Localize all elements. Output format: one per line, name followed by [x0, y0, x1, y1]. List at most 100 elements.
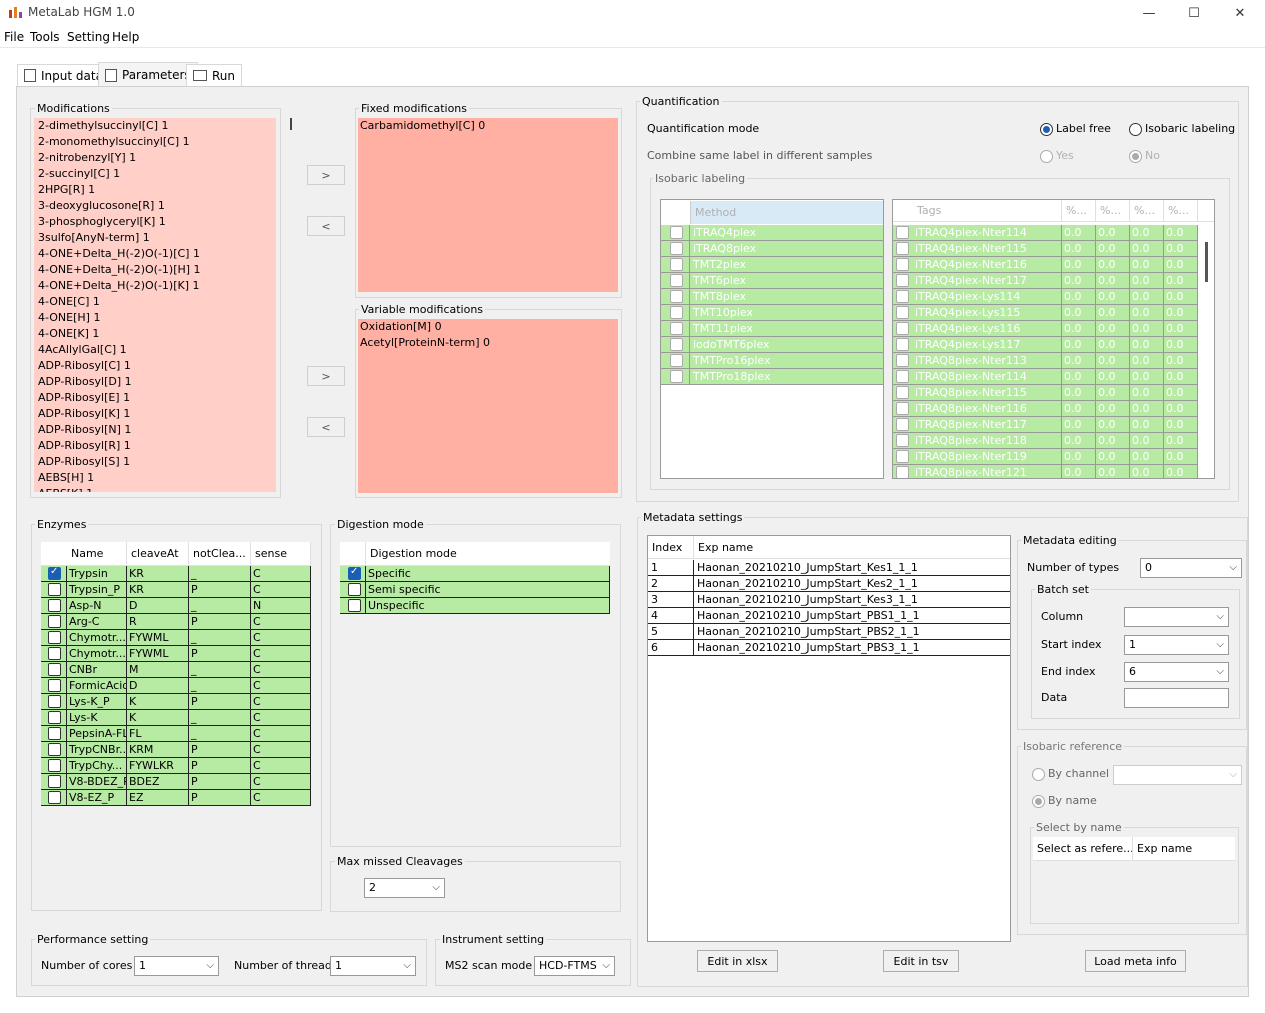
- table-row[interactable]: Semi specific: [340, 582, 610, 598]
- enzyme-checkbox[interactable]: [48, 615, 61, 628]
- enzyme-checkbox[interactable]: [48, 663, 61, 676]
- method-checkbox[interactable]: [670, 274, 683, 287]
- method-row[interactable]: TMTPro16plex: [661, 353, 883, 369]
- tag-checkbox[interactable]: [896, 434, 909, 447]
- table-row[interactable]: PepsinA-FL FL _ C: [41, 726, 311, 742]
- list-item[interactable]: AEBS[H] 1: [38, 470, 276, 486]
- tag-checkbox[interactable]: [896, 274, 909, 287]
- list-item[interactable]: ADP-Ribosyl[C] 1: [38, 358, 276, 374]
- method-row[interactable]: TMTPro18plex: [661, 369, 883, 385]
- table-row[interactable]: Lys-K_P K P C: [41, 694, 311, 710]
- edit-xlsx-button[interactable]: Edit in xlsx: [697, 950, 778, 972]
- tag-checkbox[interactable]: [896, 258, 909, 271]
- scrollbar-thumb[interactable]: [290, 118, 292, 130]
- method-table[interactable]: Method iTRAQ4plex iTRAQ8plex TMT2plex TMT6p…: [660, 199, 884, 479]
- column-select[interactable]: ⌵: [1124, 607, 1229, 627]
- method-row[interactable]: TMT6plex: [661, 273, 883, 289]
- metadata-table[interactable]: Index Exp name 1 Haonan_20210210_JumpStart_…: [647, 535, 1011, 942]
- maximize-button[interactable]: ☐: [1171, 0, 1217, 26]
- tags-table[interactable]: Tags%...%...%...%... iTRAQ4plex-Nter114 0.…: [892, 199, 1215, 479]
- table-row[interactable]: V8-BDEZ_P BDEZ P C: [41, 774, 311, 790]
- table-row[interactable]: TrypChy... FYWLKR P C: [41, 758, 311, 774]
- tag-checkbox[interactable]: [896, 466, 909, 478]
- list-item[interactable]: 2-monomethylsuccinyl[C] 1: [38, 134, 276, 150]
- method-row[interactable]: iodoTMT6plex: [661, 337, 883, 353]
- tag-row[interactable]: iTRAQ4plex-Lys116 0.0 0.0 0.0 0.0: [893, 321, 1198, 337]
- table-row[interactable]: TrypCNBr... KRM P C: [41, 742, 311, 758]
- enzyme-checkbox[interactable]: [48, 711, 61, 724]
- method-checkbox[interactable]: [670, 306, 683, 319]
- modifications-list[interactable]: 2-dimethylsuccinyl[C] 1 2-monomethylsucci…: [34, 118, 276, 492]
- list-item[interactable]: 2-succinyl[C] 1: [38, 166, 276, 182]
- method-checkbox[interactable]: [670, 226, 683, 239]
- tag-row[interactable]: iTRAQ8plex-Nter114 0.0 0.0 0.0 0.0: [893, 369, 1198, 385]
- method-checkbox[interactable]: [670, 258, 683, 271]
- table-row[interactable]: CNBr M _ C: [41, 662, 311, 678]
- menu-help[interactable]: Help: [112, 30, 139, 44]
- table-row[interactable]: Asp-N D _ N: [41, 598, 311, 614]
- list-item[interactable]: Oxidation[M] 0: [360, 319, 618, 335]
- ms2-select[interactable]: HCD-FTMS ⌵: [534, 956, 615, 976]
- tag-checkbox[interactable]: [896, 370, 909, 383]
- table-row[interactable]: 5 Haonan_20210210_JumpStart_PBS2_1_1: [648, 624, 1010, 640]
- tag-row[interactable]: iTRAQ4plex-Nter115 0.0 0.0 0.0 0.0: [893, 241, 1198, 257]
- tag-checkbox[interactable]: [896, 338, 909, 351]
- tag-checkbox[interactable]: [896, 418, 909, 431]
- data-input[interactable]: [1124, 688, 1229, 708]
- enzyme-checkbox[interactable]: [48, 647, 61, 660]
- enzyme-checkbox[interactable]: [48, 727, 61, 740]
- table-row[interactable]: Lys-K K _ C: [41, 710, 311, 726]
- table-row[interactable]: 6 Haonan_20210210_JumpStart_PBS3_1_1: [648, 640, 1010, 656]
- list-item[interactable]: ADP-Ribosyl[E] 1: [38, 390, 276, 406]
- table-row[interactable]: 3 Haonan_20210210_JumpStart_Kes3_1_1: [648, 592, 1010, 608]
- cores-select[interactable]: 1 ⌵: [134, 956, 219, 976]
- method-row[interactable]: iTRAQ8plex: [661, 241, 883, 257]
- edit-tsv-button[interactable]: Edit in tsv: [883, 950, 959, 972]
- list-item[interactable]: 4-ONE+Delta_H(-2)O(-1)[H] 1: [38, 262, 276, 278]
- list-item[interactable]: 2HPG[R] 1: [38, 182, 276, 198]
- tag-checkbox[interactable]: [896, 306, 909, 319]
- no-radio[interactable]: [1129, 150, 1142, 163]
- enzyme-checkbox[interactable]: [48, 759, 61, 772]
- method-row[interactable]: TMT2plex: [661, 257, 883, 273]
- method-row[interactable]: TMT10plex: [661, 305, 883, 321]
- list-item[interactable]: Acetyl[ProteinN-term] 0: [360, 335, 618, 351]
- list-item[interactable]: 4-ONE[H] 1: [38, 310, 276, 326]
- enzyme-checkbox[interactable]: [48, 695, 61, 708]
- by-channel-radio[interactable]: [1032, 768, 1045, 781]
- tag-checkbox[interactable]: [896, 402, 909, 415]
- tag-checkbox[interactable]: [896, 450, 909, 463]
- tag-row[interactable]: iTRAQ8plex-Nter117 0.0 0.0 0.0 0.0: [893, 417, 1198, 433]
- tag-row[interactable]: iTRAQ8plex-Nter121 0.0 0.0 0.0 0.0: [893, 465, 1198, 478]
- list-item[interactable]: 4AcAllylGal[C] 1: [38, 342, 276, 358]
- tag-row[interactable]: iTRAQ4plex-Lys117 0.0 0.0 0.0 0.0: [893, 337, 1198, 353]
- tag-row[interactable]: iTRAQ8plex-Nter116 0.0 0.0 0.0 0.0: [893, 401, 1198, 417]
- fixed-mod-list[interactable]: Carbamidomethyl[C] 0: [358, 118, 618, 292]
- threads-select[interactable]: 1 ⌵: [330, 956, 416, 976]
- tag-row[interactable]: iTRAQ4plex-Lys115 0.0 0.0 0.0 0.0: [893, 305, 1198, 321]
- tag-row[interactable]: iTRAQ4plex-Nter116 0.0 0.0 0.0 0.0: [893, 257, 1198, 273]
- tab-run[interactable]: Run: [186, 64, 243, 86]
- minimize-button[interactable]: —: [1126, 0, 1172, 26]
- types-select[interactable]: 0 ⌵: [1140, 558, 1242, 578]
- enzyme-checkbox[interactable]: [48, 791, 61, 804]
- list-item[interactable]: ADP-Ribosyl[S] 1: [38, 454, 276, 470]
- method-checkbox[interactable]: [670, 354, 683, 367]
- enzyme-checkbox[interactable]: [48, 583, 61, 596]
- list-item[interactable]: 4-ONE+Delta_H(-2)O(-1)[C] 1: [38, 246, 276, 262]
- list-item[interactable]: ADP-Ribosyl[R] 1: [38, 438, 276, 454]
- table-row[interactable]: 4 Haonan_20210210_JumpStart_PBS1_1_1: [648, 608, 1010, 624]
- list-item[interactable]: AEBS[K] 1: [38, 486, 276, 492]
- by-name-radio[interactable]: [1032, 795, 1045, 808]
- enzyme-checkbox[interactable]: [48, 566, 61, 580]
- table-row[interactable]: V8-EZ_P EZ P C: [41, 790, 311, 806]
- remove-fixed-button[interactable]: <: [307, 216, 345, 236]
- digestion-table[interactable]: Digestion mode SpecificSemi specificUnspe…: [340, 542, 610, 614]
- tag-row[interactable]: iTRAQ4plex-Nter114 0.0 0.0 0.0 0.0: [893, 225, 1198, 241]
- tag-row[interactable]: iTRAQ4plex-Lys114 0.0 0.0 0.0 0.0: [893, 289, 1198, 305]
- table-row[interactable]: TrypsinKR_C: [41, 566, 311, 582]
- method-checkbox[interactable]: [670, 242, 683, 255]
- end-index-select[interactable]: 6 ⌵: [1124, 662, 1229, 682]
- tag-checkbox[interactable]: [896, 386, 909, 399]
- tags-scrollbar[interactable]: [1205, 242, 1208, 282]
